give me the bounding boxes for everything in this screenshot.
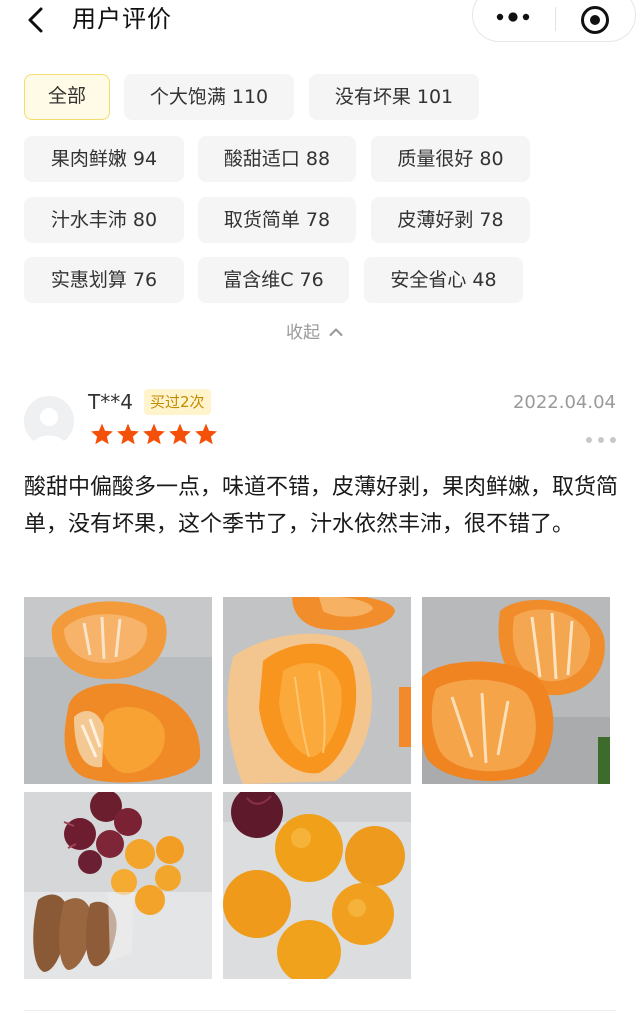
star-icon (91, 423, 113, 445)
chevron-up-icon (329, 328, 343, 336)
review-photo[interactable] (422, 597, 610, 784)
divider (24, 1010, 616, 1011)
ellipsis-icon (586, 437, 616, 443)
collapse-label: 收起 (286, 323, 320, 343)
tag-item[interactable]: 个大饱满 110 (124, 74, 294, 120)
review-username: T**4 (88, 390, 133, 414)
buy-count-badge: 买过2次 (144, 389, 211, 415)
star-icon (169, 423, 191, 445)
review-more-button[interactable] (584, 431, 618, 443)
tag-item[interactable]: 没有坏果 101 (309, 74, 479, 120)
close-button[interactable] (556, 0, 636, 39)
review-photo[interactable] (24, 597, 212, 784)
tag-item[interactable]: 安全省心 48 (364, 257, 523, 303)
tag-item[interactable]: 富含维C 76 (198, 257, 349, 303)
more-button[interactable] (473, 0, 555, 39)
avatar[interactable] (24, 396, 74, 446)
tag-item[interactable]: 酸甜适口 88 (198, 136, 356, 182)
back-arrow-icon (28, 7, 43, 33)
close-target-icon (581, 6, 609, 34)
tag-all[interactable]: 全部 (24, 74, 110, 120)
star-icon (143, 423, 165, 445)
review-date: 2022.04.04 (512, 392, 616, 413)
back-button[interactable] (22, 4, 52, 36)
mini-program-capsule (472, 0, 636, 42)
rating-stars (90, 422, 220, 446)
star-icon (117, 423, 139, 445)
review-photo[interactable] (223, 792, 411, 979)
star-icon (195, 423, 217, 445)
tag-item[interactable]: 皮薄好剥 78 (371, 197, 530, 243)
review-photo[interactable] (24, 792, 212, 979)
page-title: 用户评价 (72, 5, 172, 33)
collapse-button[interactable]: 收起 (286, 319, 343, 347)
tag-item[interactable]: 汁水丰沛 80 (24, 197, 184, 243)
more-dots-icon (496, 12, 530, 22)
default-avatar-icon (24, 396, 74, 446)
nav-header: 用户评价 (0, 0, 640, 44)
tag-item[interactable]: 质量很好 80 (371, 136, 530, 182)
tag-item[interactable]: 实惠划算 76 (24, 257, 184, 303)
review-text: 酸甜中偏酸多一点，味道不错，皮薄好剥，果肉鲜嫩，取货简单，没有坏果，这个季节了，… (24, 475, 619, 537)
review-photo[interactable] (223, 597, 411, 784)
tag-item[interactable]: 果肉鲜嫩 94 (24, 136, 184, 182)
tag-item[interactable]: 取货简单 78 (198, 197, 356, 243)
